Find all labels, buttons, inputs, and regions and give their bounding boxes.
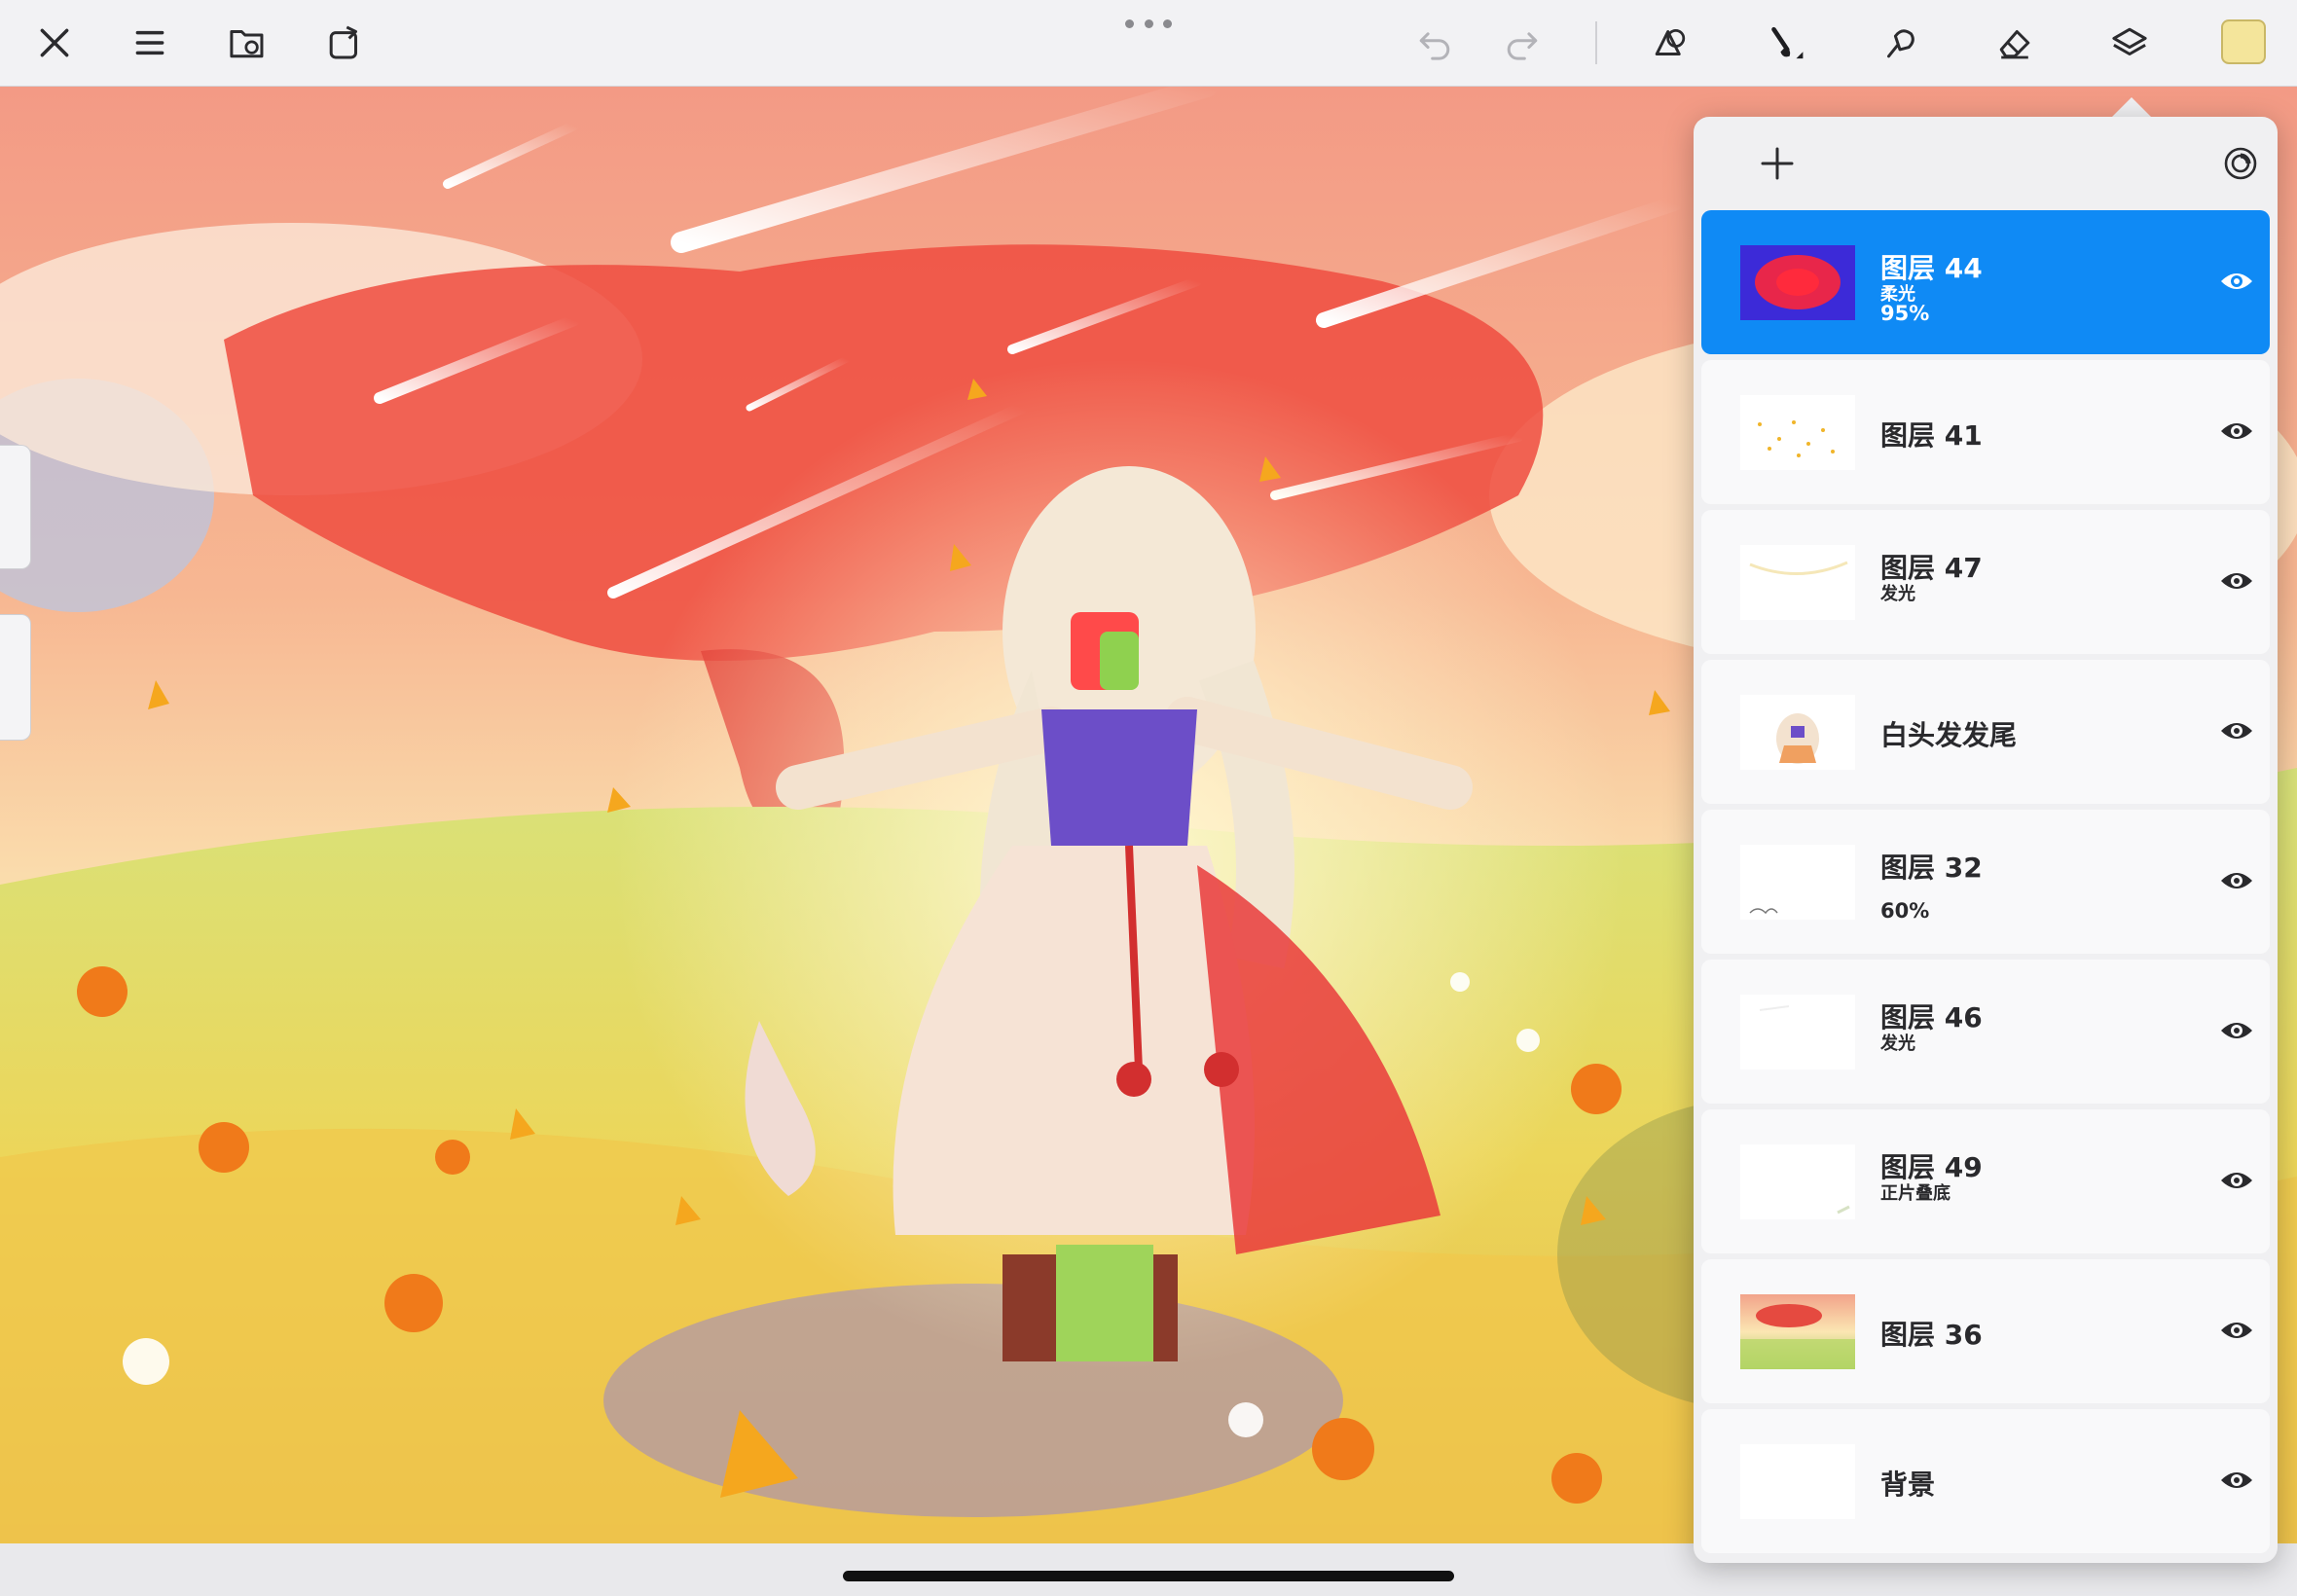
layers-panel-header [1694,117,2278,210]
layer-row[interactable]: 图层 36 [1701,1259,2270,1403]
adjust-icon[interactable] [1641,14,1699,72]
undo-icon[interactable] [1405,14,1464,72]
eye-icon[interactable] [2219,716,2254,745]
eye-icon[interactable] [2219,417,2254,446]
gallery-icon[interactable] [218,14,276,72]
layer-row[interactable]: 背景 [1701,1409,2270,1553]
layer-thumbnail [1740,1144,1855,1219]
layer-opacity: 60% [1880,899,1930,923]
layer-thumbnail [1740,695,1855,770]
more-options-icon[interactable] [1125,14,1172,33]
smudge-icon[interactable] [1871,14,1929,72]
brush-size-slider[interactable] [0,445,31,569]
layer-thumbnail [1740,245,1855,320]
layer-name: 白头发发尾 [1880,719,2018,751]
eye-icon[interactable] [2219,866,2254,895]
eye-icon[interactable] [2219,1466,2254,1495]
eraser-icon[interactable] [1986,14,2044,72]
layer-thumbnail [1740,545,1855,620]
layer-list: 图层 44 柔光 95% 图层 41 图层 47 发光 白头发发尾 图层 32 … [1701,210,2270,1559]
plus-icon[interactable] [1750,136,1805,191]
menu-icon[interactable] [121,14,179,72]
layer-name: 图层 32 [1880,852,1983,884]
layer-row[interactable]: 白头发发尾 [1701,660,2270,804]
layer-settings-icon[interactable] [2213,136,2268,191]
layer-row[interactable]: 图层 44 柔光 95% [1701,210,2270,354]
brush-icon[interactable] [1756,14,1814,72]
layer-name: 背景 [1880,1469,1936,1501]
share-icon[interactable] [315,14,374,72]
layers-icon[interactable] [2100,14,2159,72]
eye-icon[interactable] [2219,566,2254,596]
layer-thumbnail [1740,1294,1855,1369]
panel-pointer [2110,97,2153,119]
eye-icon[interactable] [2219,267,2254,296]
layer-thumbnail [1740,395,1855,470]
layer-name: 图层 41 [1880,419,1983,452]
layer-thumbnail [1740,995,1855,1070]
layer-thumbnail [1740,845,1855,920]
layer-thumbnail [1740,1444,1855,1519]
redo-icon[interactable] [1493,14,1551,72]
color-picker-swatch[interactable] [2221,19,2266,64]
top-toolbar [0,0,2297,87]
close-icon[interactable] [25,14,84,72]
layer-blend-mode: 正片叠底 [1880,1183,1951,1204]
layer-row[interactable]: 图层 49 正片叠底 [1701,1109,2270,1253]
eye-icon[interactable] [2219,1166,2254,1195]
eye-icon[interactable] [2219,1016,2254,1045]
layer-row[interactable]: 图层 47 发光 [1701,510,2270,654]
layer-row[interactable]: 图层 41 [1701,360,2270,504]
layer-blend-mode: 发光 [1880,1034,1915,1054]
opacity-slider[interactable] [0,614,31,741]
layer-blend-mode: 发光 [1880,584,1915,604]
toolbar-divider [1595,21,1597,64]
layer-row[interactable]: 图层 46 发光 [1701,960,2270,1104]
home-indicator[interactable] [843,1571,1454,1581]
eye-icon[interactable] [2219,1316,2254,1345]
layer-name: 图层 36 [1880,1319,1983,1351]
layer-opacity: 95% [1880,302,1930,325]
layer-row[interactable]: 图层 32 60% [1701,810,2270,954]
layers-panel: 图层 44 柔光 95% 图层 41 图层 47 发光 白头发发尾 图层 32 … [1694,117,2278,1563]
